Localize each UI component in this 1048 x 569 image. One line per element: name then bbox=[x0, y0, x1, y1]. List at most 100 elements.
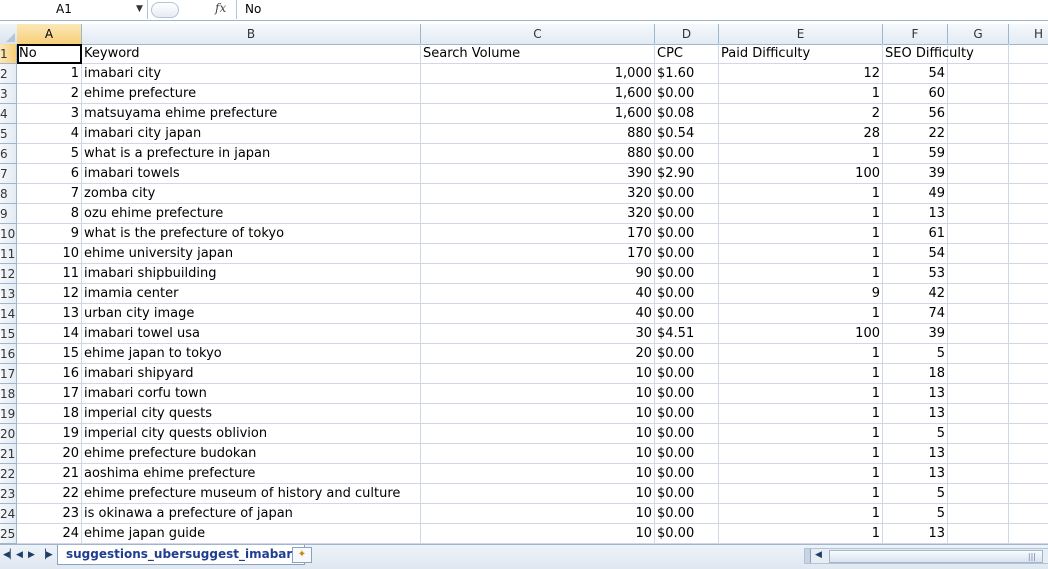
table-cell[interactable]: 11 bbox=[17, 264, 82, 284]
column-header-f[interactable]: F bbox=[883, 24, 948, 44]
table-cell[interactable] bbox=[1009, 164, 1048, 184]
sheet-tab-active[interactable]: suggestions_ubersuggest_imabari bbox=[57, 545, 306, 565]
table-cell[interactable]: 13 bbox=[883, 384, 948, 404]
table-cell[interactable]: 10 bbox=[421, 384, 655, 404]
next-sheet-icon[interactable]: ▶ bbox=[28, 550, 35, 560]
table-cell[interactable] bbox=[1009, 364, 1048, 384]
table-cell[interactable]: 5 bbox=[883, 504, 948, 524]
table-cell[interactable]: $0.00 bbox=[655, 444, 719, 464]
select-all-button[interactable] bbox=[0, 24, 18, 44]
table-cell[interactable] bbox=[948, 124, 1009, 144]
table-cell[interactable]: 1 bbox=[719, 364, 883, 384]
table-cell[interactable]: $0.00 bbox=[655, 464, 719, 484]
table-cell[interactable]: imabari towel usa bbox=[82, 324, 421, 344]
table-cell[interactable]: 24 bbox=[17, 524, 82, 544]
table-cell[interactable]: 10 bbox=[421, 524, 655, 544]
table-cell[interactable]: ozu ehime prefecture bbox=[82, 204, 421, 224]
table-cell[interactable]: 7 bbox=[17, 184, 82, 204]
cell-grid[interactable]: No Keyword Search Volume CPC Paid Difficulty… bbox=[17, 44, 1048, 544]
table-cell[interactable]: 2 bbox=[17, 84, 82, 104]
row-header-18[interactable]: 18 bbox=[0, 384, 17, 404]
table-cell[interactable]: aoshima ehime prefecture bbox=[82, 464, 421, 484]
table-cell[interactable]: $4.51 bbox=[655, 324, 719, 344]
table-cell[interactable]: ehime prefecture bbox=[82, 84, 421, 104]
row-header-24[interactable]: 24 bbox=[0, 504, 17, 524]
table-cell[interactable]: 10 bbox=[421, 464, 655, 484]
table-cell[interactable]: 10 bbox=[421, 504, 655, 524]
row-header-21[interactable]: 21 bbox=[0, 444, 17, 464]
table-cell[interactable] bbox=[1009, 484, 1048, 504]
row-header-2[interactable]: 2 bbox=[0, 64, 17, 84]
row-header-5[interactable]: 5 bbox=[0, 124, 17, 144]
table-cell[interactable]: 8 bbox=[17, 204, 82, 224]
table-cell[interactable] bbox=[1009, 344, 1048, 364]
column-header-e[interactable]: E bbox=[719, 24, 883, 44]
table-cell[interactable]: 54 bbox=[883, 244, 948, 264]
table-cell[interactable]: $0.00 bbox=[655, 504, 719, 524]
table-cell[interactable]: 1 bbox=[719, 424, 883, 444]
table-cell[interactable] bbox=[948, 84, 1009, 104]
header-cell[interactable]: Paid Difficulty bbox=[719, 44, 883, 64]
table-cell[interactable]: 21 bbox=[17, 464, 82, 484]
table-cell[interactable]: 9 bbox=[719, 284, 883, 304]
table-cell[interactable]: 20 bbox=[17, 444, 82, 464]
table-cell[interactable]: 13 bbox=[883, 204, 948, 224]
table-cell[interactable]: 13 bbox=[883, 444, 948, 464]
table-cell[interactable]: 1 bbox=[719, 264, 883, 284]
table-cell[interactable]: what is a prefecture in japan bbox=[82, 144, 421, 164]
column-header-g[interactable]: G bbox=[948, 24, 1009, 44]
row-header-1[interactable]: 1 bbox=[0, 44, 17, 64]
table-cell[interactable]: 18 bbox=[17, 404, 82, 424]
table-cell[interactable]: 61 bbox=[883, 224, 948, 244]
table-cell[interactable] bbox=[948, 364, 1009, 384]
table-cell[interactable]: 19 bbox=[17, 424, 82, 444]
formula-input[interactable]: No bbox=[236, 0, 1048, 19]
table-cell[interactable]: imabari shipbuilding bbox=[82, 264, 421, 284]
table-cell[interactable]: 28 bbox=[719, 124, 883, 144]
insert-sheet-icon[interactable]: ✦ bbox=[292, 547, 312, 563]
table-cell[interactable]: 390 bbox=[421, 164, 655, 184]
column-header-c[interactable]: C bbox=[421, 24, 655, 44]
table-cell[interactable]: 5 bbox=[883, 344, 948, 364]
table-cell[interactable]: 56 bbox=[883, 104, 948, 124]
table-cell[interactable] bbox=[1009, 204, 1048, 224]
table-cell[interactable]: 13 bbox=[883, 404, 948, 424]
table-cell[interactable]: imabari city bbox=[82, 64, 421, 84]
table-cell[interactable] bbox=[1009, 84, 1048, 104]
formula-bar-handle[interactable] bbox=[151, 2, 179, 18]
table-cell[interactable]: $2.90 bbox=[655, 164, 719, 184]
column-header-h[interactable]: H bbox=[1009, 24, 1048, 44]
row-header-10[interactable]: 10 bbox=[0, 224, 17, 244]
column-header-d[interactable]: D bbox=[655, 24, 719, 44]
row-header-16[interactable]: 16 bbox=[0, 344, 17, 364]
chevron-down-icon[interactable]: ▼ bbox=[136, 4, 143, 14]
header-cell[interactable]: CPC bbox=[655, 44, 719, 64]
header-cell[interactable] bbox=[1009, 44, 1048, 64]
table-cell[interactable]: 9 bbox=[17, 224, 82, 244]
table-cell[interactable]: 100 bbox=[719, 164, 883, 184]
table-cell[interactable]: $0.00 bbox=[655, 144, 719, 164]
table-cell[interactable] bbox=[1009, 304, 1048, 324]
header-cell[interactable] bbox=[948, 44, 1009, 64]
table-cell[interactable]: 1 bbox=[719, 224, 883, 244]
table-cell[interactable] bbox=[948, 344, 1009, 364]
table-cell[interactable]: $0.00 bbox=[655, 244, 719, 264]
table-cell[interactable]: imperial city quests oblivion bbox=[82, 424, 421, 444]
row-header-17[interactable]: 17 bbox=[0, 364, 17, 384]
table-cell[interactable] bbox=[948, 484, 1009, 504]
scroll-left-icon[interactable]: ◀ bbox=[815, 550, 822, 560]
column-header-a[interactable]: A bbox=[17, 24, 82, 44]
table-cell[interactable]: urban city image bbox=[82, 304, 421, 324]
table-cell[interactable]: 13 bbox=[883, 464, 948, 484]
table-cell[interactable]: 880 bbox=[421, 144, 655, 164]
row-header-22[interactable]: 22 bbox=[0, 464, 17, 484]
table-cell[interactable]: 1,000 bbox=[421, 64, 655, 84]
table-cell[interactable]: imabari corfu town bbox=[82, 384, 421, 404]
table-cell[interactable]: 23 bbox=[17, 504, 82, 524]
table-cell[interactable]: ehime japan guide bbox=[82, 524, 421, 544]
table-cell[interactable] bbox=[948, 184, 1009, 204]
table-cell[interactable]: 59 bbox=[883, 144, 948, 164]
table-cell[interactable] bbox=[1009, 124, 1048, 144]
table-cell[interactable]: 880 bbox=[421, 124, 655, 144]
table-cell[interactable]: 1,600 bbox=[421, 104, 655, 124]
